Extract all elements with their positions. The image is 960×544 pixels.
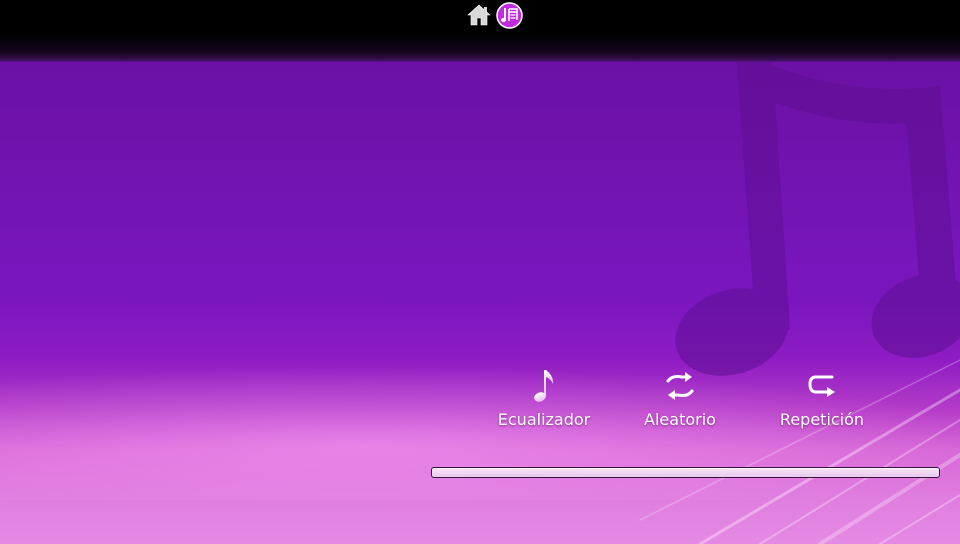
shuffle-icon <box>666 372 694 400</box>
equalizer-label: Ecualizador <box>497 410 591 429</box>
background-light-streaks <box>639 359 960 544</box>
equalizer-button[interactable]: Ecualizador <box>492 366 596 429</box>
system-top-bar <box>0 0 960 62</box>
topbar-icons <box>466 1 523 29</box>
home-icon[interactable] <box>466 2 492 28</box>
repeat-label: Repetición <box>779 410 865 429</box>
shuffle-button[interactable]: Aleatorio <box>630 366 730 429</box>
shuffle-label: Aleatorio <box>644 410 716 429</box>
music-player-screen: Ecualizador Aleatorio Repetición <box>0 0 960 544</box>
background-music-note-graphic <box>675 50 960 376</box>
music-note-icon <box>534 370 554 402</box>
playback-progress-bar[interactable] <box>431 467 940 478</box>
repeat-icon <box>808 375 835 397</box>
music-app-icon[interactable] <box>496 1 523 29</box>
repeat-button[interactable]: Repetición <box>772 366 872 429</box>
